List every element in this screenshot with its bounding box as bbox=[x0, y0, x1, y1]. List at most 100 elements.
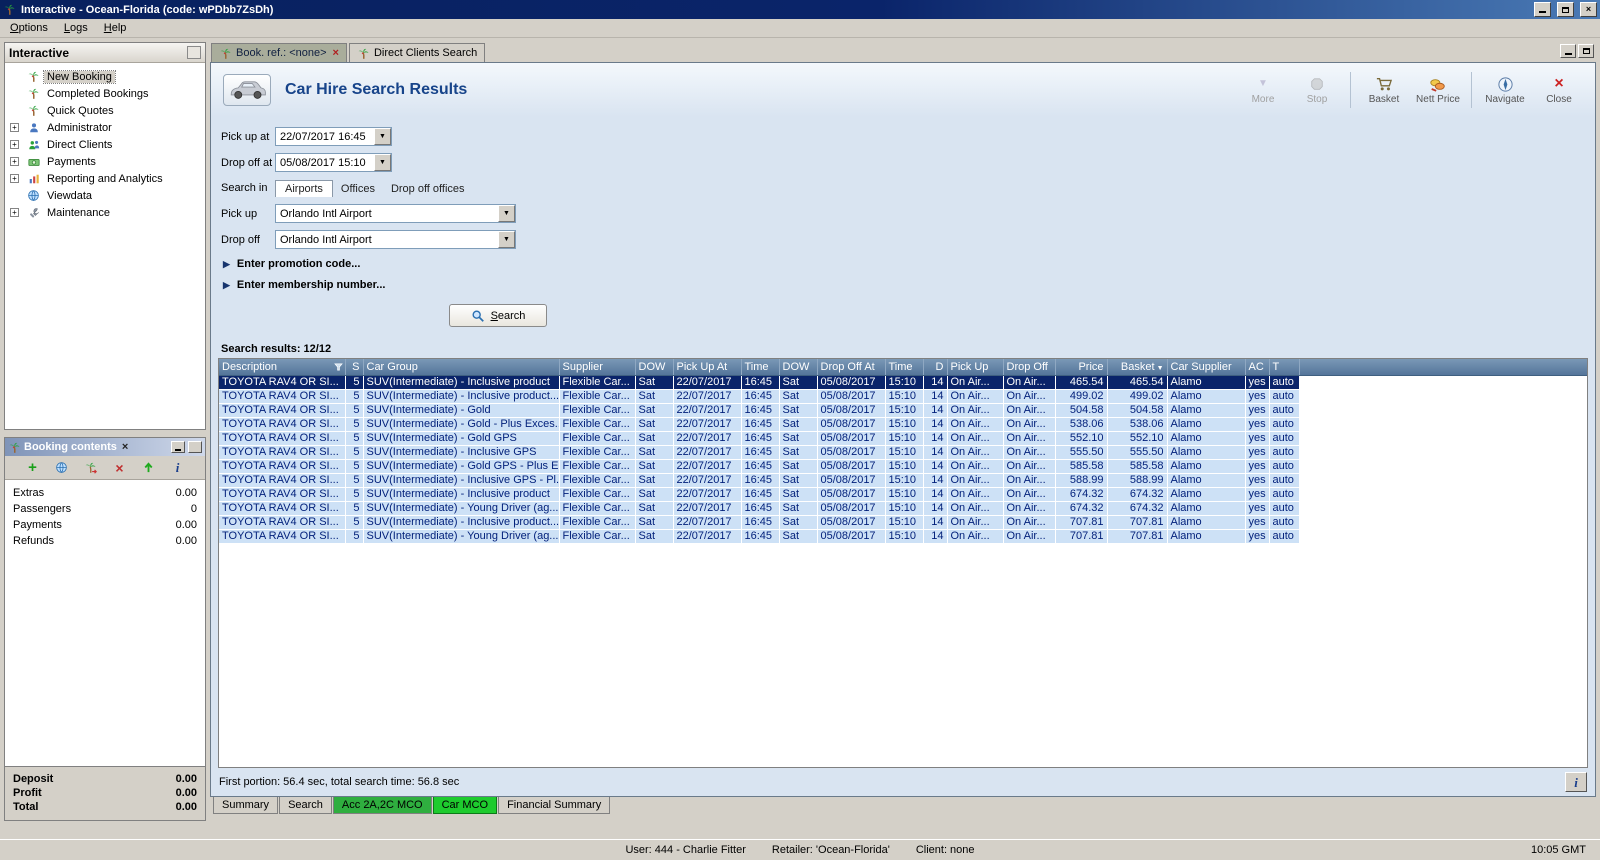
result-row[interactable]: TOYOTA RAV4 OR SI...5SUV(Intermediate) -… bbox=[219, 501, 1587, 515]
result-row[interactable]: TOYOTA RAV4 OR SI...5SUV(Intermediate) -… bbox=[219, 529, 1587, 543]
tab-direct-clients-search[interactable]: Direct Clients Search bbox=[349, 43, 485, 62]
pickup-combo[interactable]: Orlando Intl Airport ▼ bbox=[275, 204, 516, 223]
search-in-tab-drop-off-offices[interactable]: Drop off offices bbox=[383, 181, 473, 197]
dropoff-at-field[interactable]: 05/08/2017 15:10 ▼ bbox=[275, 153, 392, 172]
dropoff-combo[interactable]: Orlando Intl Airport ▼ bbox=[275, 230, 516, 249]
close-button[interactable]: ×Close bbox=[1535, 75, 1583, 105]
column-header-description[interactable]: Description bbox=[219, 359, 345, 375]
booking-close-icon[interactable]: × bbox=[122, 441, 128, 453]
chevron-down-icon[interactable]: ▼ bbox=[374, 128, 391, 145]
tab-book-ref-none[interactable]: Book. ref.: <none>× bbox=[211, 43, 347, 62]
search-in-tab-airports[interactable]: Airports bbox=[275, 180, 333, 197]
membership-number-expander[interactable]: ▶ Enter membership number... bbox=[223, 279, 1585, 291]
expand-icon[interactable]: + bbox=[10, 208, 26, 217]
column-header-s[interactable]: S bbox=[345, 359, 363, 375]
column-header-time[interactable]: Time bbox=[885, 359, 923, 375]
close-window-button[interactable]: × bbox=[1580, 2, 1597, 17]
column-header-pick-up-at[interactable]: Pick Up At bbox=[673, 359, 741, 375]
panel-minimize-button[interactable] bbox=[1560, 44, 1576, 58]
sidebar-item-direct-clients[interactable]: +Direct Clients bbox=[5, 136, 205, 153]
tab-close-icon[interactable]: × bbox=[333, 47, 339, 59]
result-row[interactable]: TOYOTA RAV4 OR SI...5SUV(Intermediate) -… bbox=[219, 487, 1587, 501]
import-palm-icon[interactable] bbox=[83, 460, 99, 476]
result-row[interactable]: TOYOTA RAV4 OR SI...5SUV(Intermediate) -… bbox=[219, 445, 1587, 459]
main-header: Car Hire Search Results ▼MoreStopBasketN… bbox=[211, 63, 1595, 117]
search-timing-text: First portion: 56.4 sec, total search ti… bbox=[219, 776, 459, 788]
search-in-tab-offices[interactable]: Offices bbox=[333, 181, 383, 197]
result-row[interactable]: TOYOTA RAV4 OR SI...5SUV(Intermediate) -… bbox=[219, 389, 1587, 403]
delete-icon[interactable]: × bbox=[112, 460, 128, 476]
column-header-d[interactable]: D bbox=[923, 359, 947, 375]
bottom-tab-car-mco[interactable]: Car MCO bbox=[433, 797, 497, 814]
info-button[interactable]: i bbox=[1565, 772, 1587, 792]
column-header-time[interactable]: Time bbox=[741, 359, 779, 375]
column-header-dow[interactable]: DOW bbox=[635, 359, 673, 375]
nett-price-button[interactable]: Nett Price bbox=[1414, 75, 1462, 105]
result-row[interactable]: TOYOTA RAV4 OR SI...5SUV(Intermediate) -… bbox=[219, 375, 1587, 389]
search-button[interactable]: Search bbox=[449, 304, 547, 327]
sidebar-item-administrator[interactable]: +Administrator bbox=[5, 119, 205, 136]
sidebar-item-reporting-and-analytics[interactable]: +Reporting and Analytics bbox=[5, 170, 205, 187]
maximize-button[interactable] bbox=[1557, 2, 1574, 17]
result-cell: 14 bbox=[923, 403, 947, 417]
result-cell-filler bbox=[1299, 515, 1587, 529]
sidebar-item-payments[interactable]: +Payments bbox=[5, 153, 205, 170]
expand-icon[interactable]: + bbox=[10, 140, 26, 149]
chevron-down-icon[interactable]: ▼ bbox=[498, 205, 515, 222]
column-header-drop-off[interactable]: Drop Off bbox=[1003, 359, 1055, 375]
column-header-drop-off-at[interactable]: Drop Off At bbox=[817, 359, 885, 375]
expand-icon[interactable]: + bbox=[10, 123, 26, 132]
basket-button[interactable]: Basket bbox=[1360, 75, 1408, 105]
bottom-tab-financial-summary[interactable]: Financial Summary bbox=[498, 797, 610, 814]
sidebar-item-maintenance[interactable]: +Maintenance bbox=[5, 204, 205, 221]
palm-icon bbox=[26, 70, 41, 83]
minimize-button[interactable] bbox=[1534, 2, 1551, 17]
globe-icon[interactable] bbox=[54, 460, 70, 476]
column-header-car-group[interactable]: Car Group bbox=[363, 359, 559, 375]
panel-maximize-button[interactable] bbox=[1578, 44, 1594, 58]
expand-icon[interactable]: + bbox=[10, 157, 26, 166]
sidebar-item-completed-bookings[interactable]: Completed Bookings bbox=[5, 85, 205, 102]
result-row[interactable]: TOYOTA RAV4 OR SI...5SUV(Intermediate) -… bbox=[219, 515, 1587, 529]
column-header-price[interactable]: Price bbox=[1055, 359, 1107, 375]
result-row[interactable]: TOYOTA RAV4 OR SI...5SUV(Intermediate) -… bbox=[219, 403, 1587, 417]
info-icon[interactable]: i bbox=[170, 460, 186, 476]
menu-options[interactable]: Options bbox=[2, 20, 56, 36]
column-header-basket[interactable]: Basket▼ bbox=[1107, 359, 1167, 375]
result-row[interactable]: TOYOTA RAV4 OR SI...5SUV(Intermediate) -… bbox=[219, 417, 1587, 431]
expand-icon[interactable]: + bbox=[10, 174, 26, 183]
column-header-supplier[interactable]: Supplier bbox=[559, 359, 635, 375]
bottom-tab-search[interactable]: Search bbox=[279, 797, 332, 814]
add-icon[interactable]: + bbox=[25, 460, 41, 476]
result-cell: Flexible Car... bbox=[559, 445, 635, 459]
pickup-label: Pick up bbox=[221, 208, 275, 220]
menu-help[interactable]: Help bbox=[96, 20, 135, 36]
result-cell: 22/07/2017 bbox=[673, 403, 741, 417]
result-row[interactable]: TOYOTA RAV4 OR SI...5SUV(Intermediate) -… bbox=[219, 473, 1587, 487]
column-header-dow[interactable]: DOW bbox=[779, 359, 817, 375]
sidebar-item-viewdata[interactable]: Viewdata bbox=[5, 187, 205, 204]
navigate-button[interactable]: Navigate bbox=[1481, 75, 1529, 105]
column-header-ac[interactable]: AC bbox=[1245, 359, 1269, 375]
result-row[interactable]: TOYOTA RAV4 OR SI...5SUV(Intermediate) -… bbox=[219, 431, 1587, 445]
booking-minimize-button[interactable] bbox=[171, 441, 185, 453]
bottom-tab-acc-2a-2c-mco[interactable]: Acc 2A,2C MCO bbox=[333, 797, 432, 814]
chevron-down-icon[interactable]: ▼ bbox=[374, 154, 391, 171]
column-header-pick-up[interactable]: Pick Up bbox=[947, 359, 1003, 375]
collapse-button[interactable] bbox=[187, 46, 201, 59]
sidebar-item-new-booking[interactable]: New Booking bbox=[5, 68, 205, 85]
pickup-at-field[interactable]: 22/07/2017 16:45 ▼ bbox=[275, 127, 392, 146]
result-cell: On Air... bbox=[947, 389, 1003, 403]
upload-icon[interactable] bbox=[141, 460, 157, 476]
menu-logs[interactable]: Logs bbox=[56, 20, 96, 36]
promotion-code-expander[interactable]: ▶ Enter promotion code... bbox=[223, 258, 1585, 270]
bottom-tab-summary[interactable]: Summary bbox=[213, 797, 278, 814]
result-cell: 14 bbox=[923, 473, 947, 487]
filter-icon[interactable] bbox=[334, 362, 343, 374]
column-header-car-supplier[interactable]: Car Supplier bbox=[1167, 359, 1245, 375]
sidebar-item-quick-quotes[interactable]: Quick Quotes bbox=[5, 102, 205, 119]
column-header-t[interactable]: T bbox=[1269, 359, 1299, 375]
result-row[interactable]: TOYOTA RAV4 OR SI...5SUV(Intermediate) -… bbox=[219, 459, 1587, 473]
booking-maximize-button[interactable] bbox=[188, 441, 202, 453]
chevron-down-icon[interactable]: ▼ bbox=[498, 231, 515, 248]
